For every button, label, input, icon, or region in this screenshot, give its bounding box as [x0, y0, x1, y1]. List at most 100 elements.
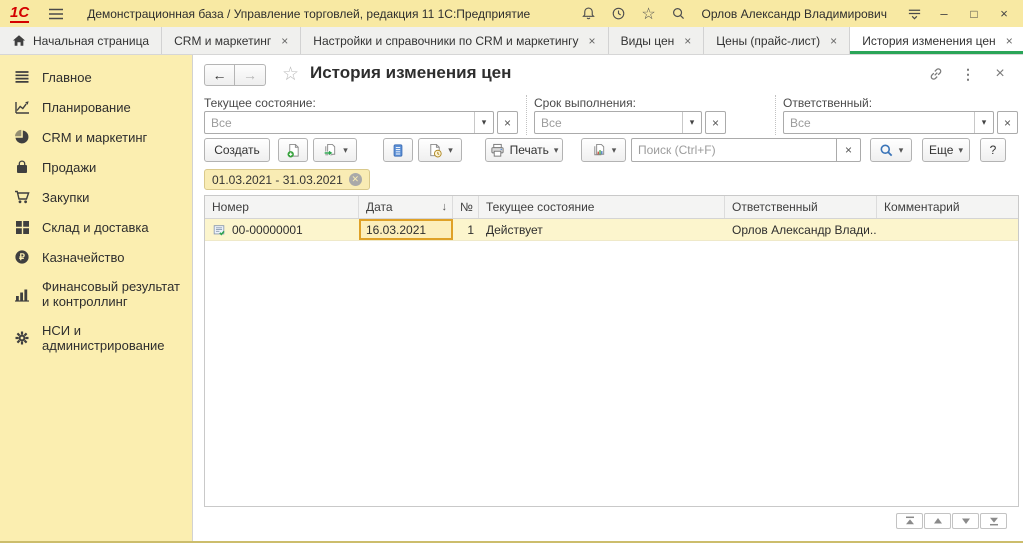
bag-icon: [13, 159, 31, 175]
tab-label: Виды цен: [621, 34, 675, 48]
filter-state-input[interactable]: Все ▾: [204, 111, 494, 134]
search-group: ×: [631, 138, 861, 162]
filter-responsible-clear-icon[interactable]: ×: [997, 111, 1018, 134]
filter-responsible-value: Все: [784, 112, 974, 133]
sidebar-item-label: НСИ и администрирование: [42, 323, 184, 353]
next-page-icon[interactable]: [952, 513, 979, 529]
print-button-label: Печать: [510, 143, 549, 157]
period-filter-chip[interactable]: 01.03.2021 - 31.03.2021 ✕: [204, 169, 370, 190]
tab-close-icon[interactable]: ×: [684, 34, 691, 48]
cell-number[interactable]: 00-00000001: [205, 219, 359, 240]
copy-button[interactable]: ▾: [313, 138, 357, 162]
tab-price-kinds[interactable]: Виды цен ×: [609, 27, 705, 54]
cell-date-selected[interactable]: 16.03.2021: [359, 219, 453, 240]
sidebar-item-planning[interactable]: Планирование: [0, 92, 192, 122]
1c-logo-icon: 1С: [10, 5, 29, 23]
copy-document-icon: [322, 143, 338, 158]
previous-page-icon[interactable]: [924, 513, 951, 529]
main-menu-icon[interactable]: [43, 4, 69, 24]
sidebar-item-administration[interactable]: НСИ и администрирование: [0, 316, 192, 360]
favorites-star-icon[interactable]: ☆: [635, 4, 661, 24]
tab-bar: Начальная страница CRM и маркетинг × Нас…: [0, 27, 1023, 55]
sidebar-item-purchases[interactable]: Закупки: [0, 182, 192, 212]
collapse-panels-icon[interactable]: [901, 4, 927, 24]
filter-deadline-clear-icon[interactable]: ×: [705, 111, 726, 134]
column-header-num[interactable]: №: [453, 196, 479, 218]
filter-deadline-input[interactable]: Все ▾: [534, 111, 702, 134]
sidebar-item-main[interactable]: Главное: [0, 62, 192, 92]
more-actions-button[interactable]: Еще ▾: [922, 138, 970, 162]
back-button[interactable]: ←: [204, 64, 235, 86]
search-input[interactable]: [631, 138, 837, 162]
cell-responsible[interactable]: Орлов Александр Влади...: [725, 219, 877, 240]
close-form-icon[interactable]: ×: [991, 66, 1009, 82]
column-header-date[interactable]: Дата ↓: [359, 196, 453, 218]
add-to-favorites-star-icon[interactable]: ☆: [282, 65, 299, 84]
tab-home[interactable]: Начальная страница: [0, 27, 162, 54]
sidebar-item-warehouse[interactable]: Склад и доставка: [0, 212, 192, 242]
create-button-label: Создать: [214, 143, 260, 157]
advanced-search-button[interactable]: ▾: [870, 138, 912, 162]
column-header-comment[interactable]: Комментарий: [877, 196, 1018, 218]
output-list-button[interactable]: ▾: [581, 138, 626, 162]
history-icon[interactable]: [605, 4, 631, 24]
current-user[interactable]: Орлов Александр Владимирович: [701, 7, 887, 21]
remove-period-filter-icon[interactable]: ✕: [349, 173, 362, 186]
sidebar-item-label: Продажи: [42, 160, 96, 175]
tab-close-icon[interactable]: ×: [830, 34, 837, 48]
tab-close-icon[interactable]: ×: [589, 34, 596, 48]
list-settings-button[interactable]: [383, 138, 413, 162]
sidebar-item-financial-result[interactable]: Финансовый результат и контроллинг: [0, 272, 192, 316]
maximize-button[interactable]: □: [961, 4, 987, 24]
print-button[interactable]: Печать ▾: [485, 138, 563, 162]
tab-crm-settings[interactable]: Настройки и справочники по CRM и маркети…: [301, 27, 608, 54]
sidebar-item-label: Закупки: [42, 190, 89, 205]
cell-comment[interactable]: [877, 219, 1018, 240]
minimize-button[interactable]: –: [931, 4, 957, 24]
cell-state[interactable]: Действует: [479, 219, 725, 240]
cell-num[interactable]: 1: [453, 219, 479, 240]
create-button[interactable]: Создать: [204, 138, 270, 162]
get-link-icon[interactable]: [927, 66, 945, 82]
tab-close-icon[interactable]: ×: [1006, 34, 1013, 48]
sidebar-item-treasury[interactable]: ₽ Казначейство: [0, 242, 192, 272]
grid-icon: [13, 219, 31, 235]
close-window-button[interactable]: ×: [991, 4, 1017, 24]
column-header-responsible[interactable]: Ответственный: [725, 196, 877, 218]
document-posted-icon: [212, 223, 226, 237]
create-group-button[interactable]: [278, 138, 308, 162]
sidebar-item-crm-marketing[interactable]: CRM и маркетинг: [0, 122, 192, 152]
tab-price-change-history[interactable]: История изменения цен ×: [850, 27, 1023, 54]
tab-price-list[interactable]: Цены (прайс-лист) ×: [704, 27, 850, 54]
go-to-first-icon[interactable]: [896, 513, 923, 529]
help-button[interactable]: ?: [980, 138, 1006, 162]
forward-button[interactable]: →: [235, 64, 266, 86]
filter-responsible-input[interactable]: Все ▾: [783, 111, 994, 134]
filter-state-clear-icon[interactable]: ×: [497, 111, 518, 134]
column-header-number[interactable]: Номер: [205, 196, 359, 218]
tab-label: Цены (прайс-лист): [716, 34, 820, 48]
number-value: 00-00000001: [232, 223, 303, 237]
cart-icon: [13, 189, 31, 205]
search-clear-icon[interactable]: ×: [837, 138, 861, 162]
dropdown-arrow-icon[interactable]: ▾: [474, 112, 493, 133]
column-label: Ответственный: [732, 200, 818, 214]
filter-responsible-label: Ответственный:: [783, 96, 872, 110]
tab-close-icon[interactable]: ×: [281, 34, 288, 48]
set-period-button[interactable]: ▾: [418, 138, 462, 162]
table-row[interactable]: 00-00000001 16.03.2021 1 Действует Орлов…: [205, 219, 1018, 241]
column-label: Комментарий: [884, 200, 960, 214]
column-header-state[interactable]: Текущее состояние: [479, 196, 725, 218]
notifications-bell-icon[interactable]: [575, 4, 601, 24]
sidebar-item-label: Склад и доставка: [42, 220, 149, 235]
dropdown-arrow-icon[interactable]: ▾: [682, 112, 701, 133]
dropdown-arrow-icon: ▾: [554, 146, 559, 155]
filter-separator: [775, 95, 776, 135]
go-to-last-icon[interactable]: [980, 513, 1007, 529]
more-menu-icon[interactable]: ⋮: [959, 66, 977, 82]
tab-crm-marketing[interactable]: CRM и маркетинг ×: [162, 27, 301, 54]
sidebar-item-sales[interactable]: Продажи: [0, 152, 192, 182]
search-icon[interactable]: [665, 4, 691, 24]
dropdown-arrow-icon: ▾: [958, 146, 963, 155]
dropdown-arrow-icon[interactable]: ▾: [974, 112, 993, 133]
